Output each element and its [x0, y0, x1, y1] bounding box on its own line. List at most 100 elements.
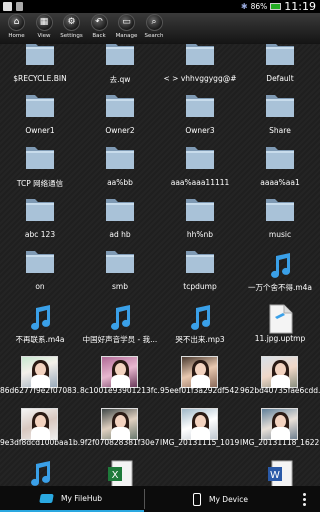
- view-button[interactable]: ▦ View: [31, 13, 58, 39]
- word-file-icon: W: [266, 460, 294, 486]
- music-note-icon: [107, 304, 133, 332]
- file-item[interactable]: 8c1001e93901213fc...: [80, 356, 160, 408]
- file-name-label: abc 123: [24, 230, 56, 239]
- folder-icon: [25, 142, 55, 170]
- file-item[interactable]: [0, 460, 80, 486]
- file-item[interactable]: 9e3df8dcd100baa1b...: [0, 408, 80, 460]
- file-name-label: music: [268, 230, 292, 239]
- folder-item[interactable]: Owner1: [0, 95, 80, 148]
- folder-item[interactable]: Owner2: [80, 95, 160, 148]
- file-item[interactable]: 不再联系.m4a: [0, 304, 80, 356]
- back-button[interactable]: ↶ Back: [86, 13, 113, 39]
- file-item[interactable]: 中国好声音学员 - 我...: [80, 304, 160, 356]
- tab-my-filehub[interactable]: My FileHub: [0, 486, 144, 512]
- file-name-label: TCP 网络通信: [16, 179, 64, 188]
- settings-icon: ⚙: [63, 14, 80, 31]
- toolbar: ⌂ Home ▦ View ⚙ Settings ↶ Back ▭ Manage ⌕ Search: [0, 13, 320, 44]
- folder-icon: [185, 90, 215, 118]
- file-item[interactable]: 95eef01f3a292df542...: [160, 356, 240, 408]
- folder-item[interactable]: hh%nb: [160, 199, 240, 252]
- manage-icon: ▭: [118, 14, 135, 31]
- search-icon: ⌕: [145, 14, 163, 31]
- folder-icon: [265, 194, 295, 222]
- folder-item[interactable]: tcpdump: [160, 251, 240, 304]
- folder-icon: [265, 44, 295, 66]
- folder-item[interactable]: TCP 网络通信: [0, 147, 80, 200]
- file-name-label: 不再联系.m4a: [15, 335, 65, 344]
- notification-icon: [3, 2, 12, 11]
- folder-icon: [185, 194, 215, 222]
- file-item[interactable]: 9f2f070828381f30e7...: [80, 408, 160, 460]
- folder-item[interactable]: aaaa%aa1: [240, 147, 320, 200]
- file-item[interactable]: 一万个舍不得.m4a: [240, 252, 320, 304]
- file-name-label: smb: [112, 282, 128, 291]
- overflow-menu-icon[interactable]: [303, 492, 306, 506]
- folder-icon: [105, 246, 135, 274]
- folder-item[interactable]: abc 123: [0, 199, 80, 252]
- file-name-label: Owner2: [105, 126, 135, 135]
- folder-item[interactable]: smb: [80, 251, 160, 304]
- back-icon: ↶: [90, 14, 108, 31]
- folder-item[interactable]: aaa%aaa11111: [160, 147, 240, 200]
- file-name-label: 8c1001e93901213fc...: [80, 386, 160, 395]
- file-grid: $RECYCLE.BIN 去.qw < > vhhvggygg@# Default Ow…: [0, 44, 320, 486]
- folder-item[interactable]: 去.qw: [80, 44, 160, 96]
- file-item[interactable]: IMG_20131115_1019...: [160, 408, 240, 460]
- file-name-label: IMG_20131115_1019...: [160, 438, 240, 447]
- filehub-icon: [39, 493, 54, 503]
- file-browser[interactable]: $RECYCLE.BIN 去.qw < > vhhvggygg@# Default Ow…: [0, 44, 320, 486]
- file-name-label: tcpdump: [183, 282, 217, 291]
- folder-icon: [265, 90, 295, 118]
- file-item[interactable]: 11.jpg.uptmp: [240, 304, 320, 356]
- folder-item[interactable]: $RECYCLE.BIN: [0, 44, 80, 96]
- folder-icon: [185, 246, 215, 274]
- folder-item[interactable]: Share: [240, 95, 320, 148]
- clock: 11:19: [284, 0, 316, 13]
- manage-button[interactable]: ▭ Manage: [113, 13, 140, 39]
- status-bar: ✱ 86% 11:19: [0, 0, 320, 13]
- toolbar-label: Manage: [115, 33, 138, 39]
- folder-icon: [25, 44, 55, 66]
- folder-icon: [25, 246, 55, 274]
- file-name-label: Owner3: [185, 126, 215, 135]
- file-name-label: 去.qw: [109, 75, 131, 84]
- home-button[interactable]: ⌂ Home: [3, 13, 30, 39]
- folder-item[interactable]: Owner3: [160, 95, 240, 148]
- folder-item[interactable]: Default: [240, 44, 320, 96]
- folder-item[interactable]: ad hb: [80, 199, 160, 252]
- music-note-icon: [187, 304, 213, 332]
- file-name-label: aa%bb: [107, 178, 133, 187]
- file-item[interactable]: W: [240, 460, 320, 486]
- file-name-label: 9e3df8dcd100baa1b...: [0, 438, 80, 447]
- file-item[interactable]: 962bd40735fae6cdd...: [240, 356, 320, 408]
- folder-item[interactable]: < > vhhvggygg@#: [160, 44, 240, 96]
- settings-button[interactable]: ⚙ Settings: [58, 13, 85, 39]
- file-item[interactable]: 86d6277f9e2f07083...: [0, 356, 80, 408]
- file-name-label: 95eef01f3a292df542...: [160, 386, 240, 395]
- search-button[interactable]: ⌕ Search: [141, 13, 168, 39]
- file-item[interactable]: IMG_20131118_1622...: [240, 408, 320, 460]
- file-name-label: Share: [269, 126, 291, 135]
- toolbar-label: View: [37, 33, 51, 39]
- file-name-label: IMG_20131118_1622...: [240, 438, 320, 447]
- folder-item[interactable]: on: [0, 251, 80, 304]
- toolbar-label: Back: [92, 33, 106, 39]
- file-name-label: Owner1: [25, 126, 55, 135]
- music-note-icon: [27, 460, 53, 486]
- battery-icon: [270, 3, 282, 10]
- tab-my-device[interactable]: My Device: [145, 486, 295, 512]
- file-item[interactable]: 哭不出来.mp3: [160, 304, 240, 356]
- file-name-label: ad hb: [109, 230, 131, 239]
- file-name-label: on: [35, 282, 45, 291]
- folder-icon: [185, 142, 215, 170]
- excel-file-icon: X: [106, 460, 134, 486]
- folder-item[interactable]: music: [240, 199, 320, 252]
- file-name-label: 86d6277f9e2f07083...: [0, 386, 80, 395]
- folder-item[interactable]: aa%bb: [80, 147, 160, 200]
- folder-icon: [105, 90, 135, 118]
- file-name-label: 9f2f070828381f30e7...: [80, 438, 160, 447]
- file-item[interactable]: X: [80, 460, 160, 486]
- svg-text:X: X: [112, 470, 119, 481]
- image-thumbnail: [261, 408, 298, 440]
- svg-text:W: W: [270, 470, 280, 481]
